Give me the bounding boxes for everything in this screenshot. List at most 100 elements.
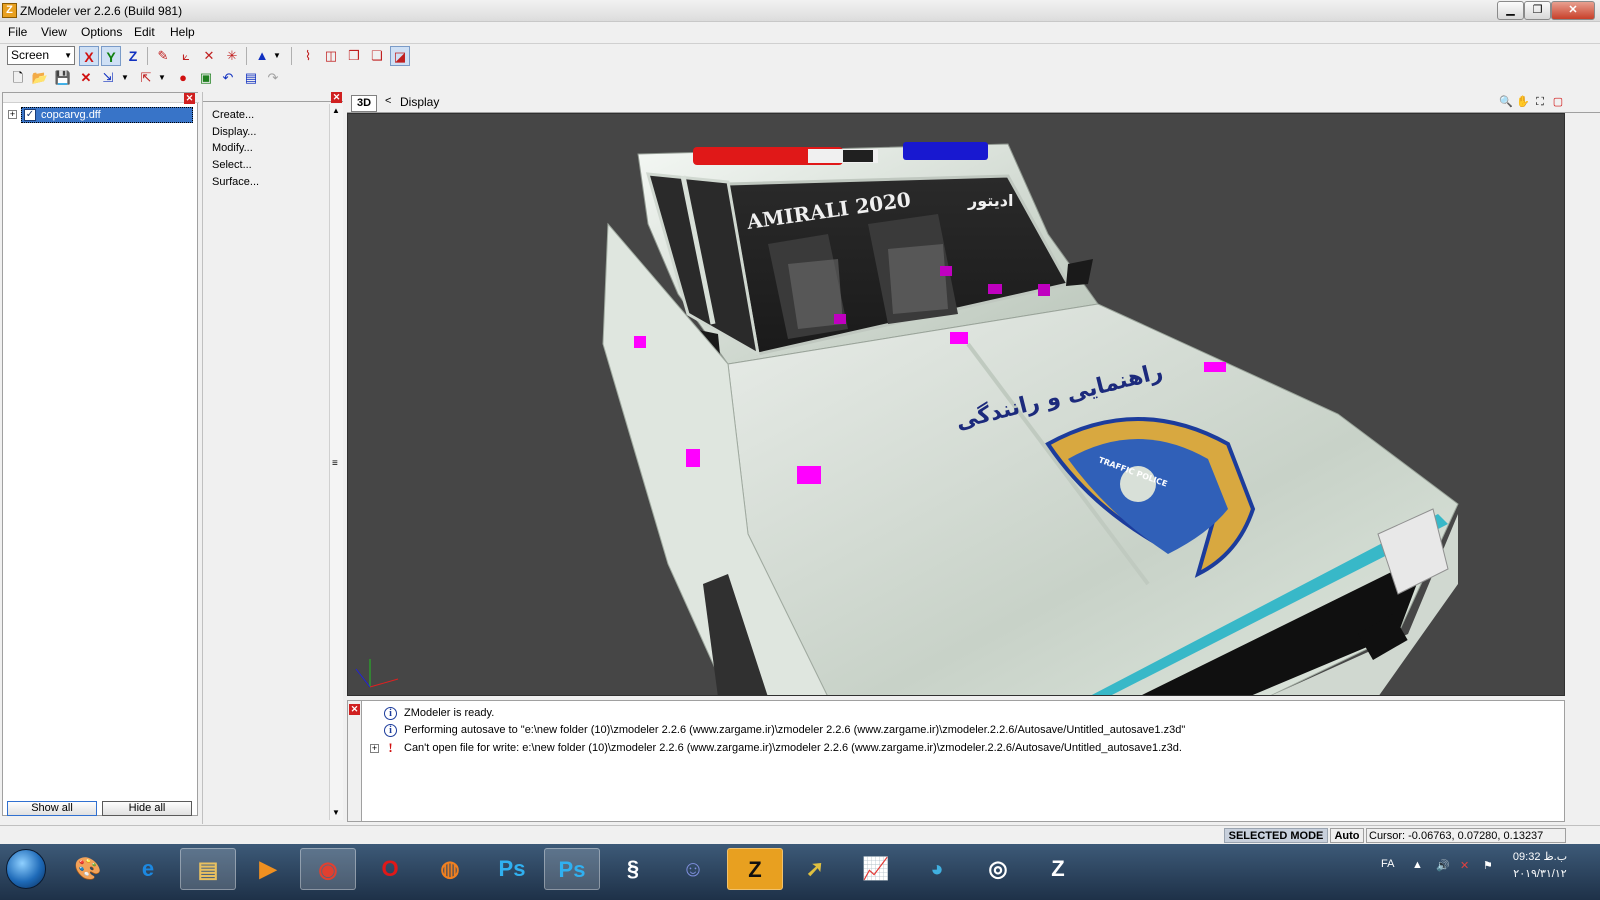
- chevron-down-icon[interactable]: ▼: [157, 68, 167, 88]
- notes-icon[interactable]: ▤: [241, 68, 261, 88]
- menu-file[interactable]: File: [8, 25, 27, 39]
- ie-icon[interactable]: e: [120, 848, 176, 890]
- app-globe-icon[interactable]: ◕: [909, 848, 965, 890]
- save-icon[interactable]: 💾: [53, 68, 73, 88]
- log-text: Performing autosave to "e:\new folder (1…: [404, 724, 1186, 736]
- app-arrow-icon[interactable]: ➚: [787, 848, 843, 890]
- menu-bar: File View Options Edit Help: [0, 23, 1600, 42]
- command-display[interactable]: Display...: [212, 126, 256, 138]
- photoshop-icon[interactable]: Ps: [484, 848, 540, 890]
- menu-options[interactable]: Options: [81, 25, 122, 39]
- status-bar: SELECTED MODE Auto Cursor: -0.06763, 0.0…: [0, 825, 1600, 844]
- expand-icon[interactable]: +: [370, 744, 379, 753]
- open-folder-icon[interactable]: 📂: [30, 68, 50, 88]
- new-file-icon[interactable]: 🗋: [8, 68, 28, 88]
- scroll-grip-icon[interactable]: ≡: [332, 458, 338, 469]
- clock-date[interactable]: ۲۰۱۹/۳۱/۱۲: [1500, 867, 1580, 880]
- expand-icon[interactable]: +: [8, 110, 17, 119]
- object-tree-panel: ✕ + ✓ copcarvg.dff Show all Hide all: [2, 92, 199, 816]
- script-icon[interactable]: §: [605, 848, 661, 890]
- command-modify[interactable]: Modify...: [212, 142, 253, 154]
- maximize-viewport-icon[interactable]: ▢: [1550, 94, 1566, 110]
- zmodeler-icon[interactable]: Z: [727, 848, 783, 890]
- chrome-icon[interactable]: ◉: [300, 848, 356, 890]
- discord-icon[interactable]: ☺: [665, 848, 721, 890]
- undo-icon[interactable]: ↶: [218, 68, 238, 88]
- command-surface[interactable]: Surface...: [212, 176, 259, 188]
- select-vertex-icon[interactable]: ⌇: [298, 46, 318, 66]
- paint-icon[interactable]: 🎨: [60, 848, 116, 890]
- window-title: ZModeler ver 2.2.6 (Build 981): [20, 4, 183, 18]
- record-icon[interactable]: ●: [173, 68, 193, 88]
- scale-tool-icon[interactable]: ✕: [199, 46, 219, 66]
- panel-header: ✕: [3, 93, 199, 104]
- tree-item-label: copcarvg.dff: [41, 109, 101, 121]
- tree-item-copcarvg[interactable]: ✓ copcarvg.dff: [21, 107, 193, 123]
- snap-tool-icon[interactable]: ▲: [252, 46, 272, 66]
- chevron-down-icon[interactable]: ▼: [120, 68, 130, 88]
- hide-all-button[interactable]: Hide all: [102, 801, 192, 816]
- zoom-extents-icon[interactable]: ⛶: [1532, 94, 1548, 110]
- explorer-icon[interactable]: ▤: [180, 848, 236, 890]
- zoom-icon[interactable]: 🔍: [1498, 94, 1514, 110]
- auto-toggle[interactable]: Auto: [1330, 828, 1364, 843]
- 3d-viewport[interactable]: AMIRALI 2020 ادیتور راهنمایی و رانندگی T…: [347, 113, 1565, 696]
- close-icon[interactable]: ✕: [331, 92, 342, 103]
- menu-edit[interactable]: Edit: [134, 25, 155, 39]
- selection-mode-badge[interactable]: SELECTED MODE: [1224, 828, 1328, 843]
- clock-time[interactable]: 09:32 ب.ظ: [1500, 850, 1580, 863]
- obs-icon[interactable]: ◎: [970, 848, 1026, 890]
- show-all-button[interactable]: Show all: [7, 801, 97, 816]
- redo-icon[interactable]: ↷: [263, 68, 283, 88]
- rotate-tool-icon[interactable]: ✳: [222, 46, 242, 66]
- command-scrollbar[interactable]: ▲ ≡ ▼: [329, 104, 343, 820]
- select-object-icon[interactable]: ❒: [344, 46, 364, 66]
- start-button[interactable]: [6, 849, 46, 889]
- toolbar-separator: [147, 47, 148, 65]
- minimize-button[interactable]: ▁: [1497, 1, 1524, 20]
- select-mode-icon[interactable]: ◪: [390, 46, 410, 66]
- tray-expand-icon[interactable]: ▲: [1412, 859, 1423, 871]
- menu-help[interactable]: Help: [170, 25, 195, 39]
- render-icon[interactable]: ▣: [196, 68, 216, 88]
- photoshop-icon-2[interactable]: Ps: [544, 848, 600, 890]
- action-center-icon[interactable]: ⚑: [1483, 859, 1493, 872]
- select-group-icon[interactable]: ❏: [367, 46, 387, 66]
- maximize-button[interactable]: ❐: [1524, 1, 1551, 20]
- command-create[interactable]: Create...: [212, 109, 254, 121]
- scroll-down-icon[interactable]: ▼: [332, 808, 340, 817]
- command-select[interactable]: Select...: [212, 159, 252, 171]
- visibility-checkbox[interactable]: ✓: [24, 109, 36, 121]
- scroll-up-icon[interactable]: ▲: [332, 106, 340, 115]
- view-mode-button[interactable]: 3D: [351, 95, 377, 112]
- log-panel-gutter: ✕: [348, 701, 362, 821]
- export-icon[interactable]: ⇱: [136, 68, 156, 88]
- axis-z-toggle[interactable]: Z: [123, 46, 143, 66]
- back-button[interactable]: <: [385, 95, 391, 107]
- chevron-down-icon[interactable]: ▼: [272, 46, 282, 66]
- media-player-icon[interactable]: ▶: [240, 848, 296, 890]
- menu-view[interactable]: View: [41, 25, 67, 39]
- volume-icon[interactable]: 🔊: [1436, 859, 1450, 872]
- axis-tool-icon[interactable]: ⟀: [176, 46, 196, 66]
- opera-icon[interactable]: O: [362, 848, 418, 890]
- import-icon[interactable]: ⇲: [98, 68, 118, 88]
- axis-y-toggle[interactable]: Y: [101, 46, 121, 66]
- close-icon[interactable]: ✕: [349, 704, 360, 715]
- log-panel: ✕ i ZModeler is ready. i Performing auto…: [347, 700, 1565, 822]
- axis-x-toggle[interactable]: X: [79, 46, 99, 66]
- zmodeler-dark-icon[interactable]: Z: [1030, 848, 1086, 890]
- select-face-icon[interactable]: ◫: [321, 46, 341, 66]
- pan-hand-icon[interactable]: ✋: [1515, 94, 1531, 110]
- move-tool-icon[interactable]: ✎: [153, 46, 173, 66]
- close-window-button[interactable]: ✕: [1551, 1, 1595, 20]
- network-icon[interactable]: ✕: [1460, 859, 1469, 872]
- app-chart-icon[interactable]: 📈: [848, 848, 904, 890]
- firefox-icon[interactable]: ◍: [422, 848, 478, 890]
- language-indicator[interactable]: FA: [1381, 858, 1394, 870]
- delete-icon[interactable]: ✕: [76, 68, 96, 88]
- command-panel: ✕ Create... Display... Modify... Select.…: [202, 92, 344, 824]
- close-icon[interactable]: ✕: [184, 93, 195, 104]
- info-icon: i: [384, 724, 397, 737]
- coordinate-space-select[interactable]: Screen ▼: [7, 46, 75, 65]
